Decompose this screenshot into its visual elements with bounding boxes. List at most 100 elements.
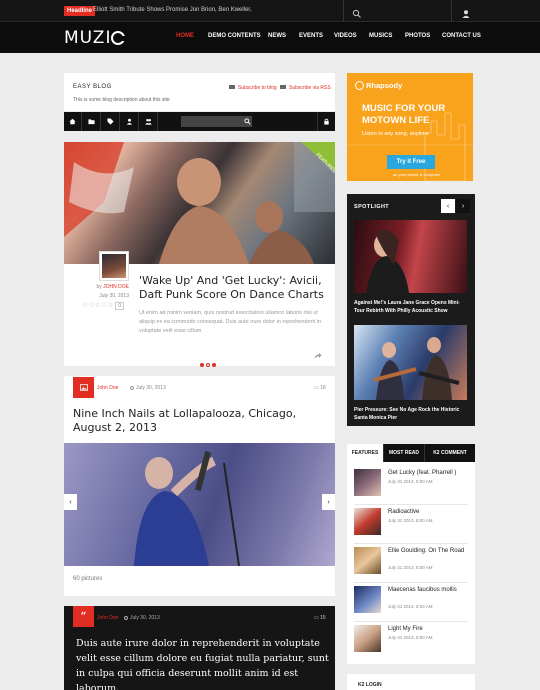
nav-news[interactable]: NEWS	[268, 33, 286, 39]
comment-icon: ▭	[314, 385, 319, 391]
tab-most-read[interactable]: MOST READ	[383, 444, 424, 462]
list-item-date: July 31 2013, 8:00 AM	[388, 479, 433, 484]
home-button[interactable]	[64, 112, 82, 131]
nav-videos[interactable]: VIDEOS	[334, 33, 357, 39]
slider-pagination	[200, 354, 218, 367]
list-item-title[interactable]: Get Lucky (feat. Pharrell )	[388, 469, 466, 477]
quote-comments[interactable]: ▭ 15	[314, 615, 326, 621]
spotlight-widget: SPOTLIGHT ‹ › Against Me!'s Laura Jane G…	[347, 194, 475, 426]
gallery-date: July 30, 2013	[130, 385, 166, 391]
slide-dot[interactable]	[200, 363, 204, 367]
rating-stars[interactable]: ☆☆☆☆☆ 0	[82, 301, 125, 310]
ad-subtext: Listen to any song, anytime	[362, 131, 429, 137]
lock-icon	[324, 118, 329, 125]
site-logo[interactable]: MUZI	[64, 28, 127, 48]
nav-home[interactable]: HOME	[176, 33, 194, 39]
main-nav: MUZI HOME DEMO CONTENTS NEWS EVENTS VIDE…	[0, 22, 540, 53]
share-icon[interactable]	[314, 352, 322, 359]
divider	[343, 0, 344, 22]
logo-mark-icon	[111, 31, 127, 45]
list-item-date: July 31 2013, 8:00 AM	[388, 518, 433, 523]
rhapsody-ad[interactable]: Rhapsody MUSIC FOR YOUR MOTOWN LIFE Liste…	[347, 73, 473, 181]
login-widget: K2 LOGIN	[347, 674, 475, 690]
blog-description: This is some blog description about this…	[73, 97, 170, 103]
list-item[interactable]: Maecenas faucibus mollis July 31 2013, 8…	[354, 584, 468, 622]
gallery-photo[interactable]	[64, 443, 335, 566]
list-item-title[interactable]: Ellie Goulding: On The Road	[388, 547, 466, 555]
home-icon	[69, 118, 76, 125]
gallery-title[interactable]: Nine Inch Nails at Lollapalooza, Chicago…	[73, 407, 328, 435]
headline-badge: Headline	[64, 6, 96, 16]
list-item-title[interactable]: Radioactive	[388, 508, 466, 516]
bloggers-button[interactable]	[140, 112, 158, 131]
list-item[interactable]: Light My Fire July 31 2013, 8:00 AM	[354, 623, 468, 661]
chevron-left-icon: ‹	[446, 202, 450, 210]
post-title[interactable]: 'Wake Up' And 'Get Lucky': Avicii, Daft …	[139, 274, 329, 302]
picture-count: 60 pictures	[73, 576, 103, 582]
list-item-date: July 31 2013, 8:03 AM	[388, 604, 433, 609]
list-thumb	[354, 469, 381, 496]
blog-title: EASY BLOG	[73, 84, 112, 90]
rating-count: 0	[115, 302, 125, 310]
gallery-prev-button[interactable]: ‹	[64, 494, 77, 510]
author-button[interactable]	[121, 112, 139, 131]
try-free-button[interactable]: Try it Free	[387, 155, 435, 169]
list-item[interactable]: Radioactive July 31 2013, 8:00 AM	[354, 506, 468, 544]
categories-button[interactable]	[83, 112, 101, 131]
subscribe-blog-link[interactable]: Subscribe to blog	[229, 85, 277, 91]
spotlight-prev-button[interactable]: ‹	[441, 199, 455, 213]
list-item[interactable]: Get Lucky (feat. Pharrell ) July 31 2013…	[354, 467, 468, 505]
login-title: K2 LOGIN	[358, 682, 382, 688]
slide-dot[interactable]	[212, 363, 216, 367]
nav-demo-contents[interactable]: DEMO CONTENTS	[208, 33, 261, 39]
gallery-comments[interactable]: ▭ 18	[314, 385, 326, 391]
gallery-comment-count: 18	[320, 385, 326, 391]
quote-author-meta: John Doe	[97, 615, 118, 621]
nav-events[interactable]: EVENTS	[299, 33, 323, 39]
rss-icon	[280, 85, 286, 89]
archive-button[interactable]	[317, 112, 335, 131]
gallery-author-meta: John Doe	[97, 385, 118, 391]
list-item-date: July 31 2013, 8:00 AM	[388, 565, 433, 570]
featured-photo[interactable]: FEATURED	[64, 142, 335, 264]
list-thumb	[354, 586, 381, 613]
search-button[interactable]	[242, 116, 252, 127]
search-icon[interactable]	[352, 6, 362, 18]
concert-crowd-image: FEATURED	[64, 142, 335, 264]
list-item-date: July 31 2013, 8:00 AM	[388, 635, 433, 640]
user-icon[interactable]	[461, 6, 471, 18]
spotlight-caption-2[interactable]: Pier Pressure: See No Age Rock the Histo…	[354, 406, 469, 422]
gallery-type-badge	[73, 377, 94, 398]
author-avatar[interactable]	[100, 252, 128, 280]
chevron-left-icon: ‹	[69, 498, 72, 506]
search-icon	[243, 118, 251, 125]
singer-image	[134, 450, 240, 566]
spotlight-photo-1[interactable]	[354, 220, 467, 293]
clock-icon	[130, 386, 134, 390]
author-link[interactable]: JOHN DOE	[103, 284, 129, 290]
quote-comment-count: 15	[320, 615, 326, 621]
list-item-title[interactable]: Maecenas faucibus mollis	[388, 586, 466, 594]
spotlight-caption-1[interactable]: Against Me!'s Laura Jane Grace Opens Min…	[354, 299, 469, 315]
ad-headline: MUSIC FOR YOUR MOTOWN LIFE	[362, 103, 445, 127]
nav-musics[interactable]: MUSICS	[369, 33, 392, 39]
divider	[451, 0, 452, 22]
nav-photos[interactable]: PHOTOS	[405, 33, 430, 39]
list-thumb	[354, 508, 381, 535]
gallery-next-button[interactable]: ›	[322, 494, 335, 510]
headline-ticker[interactable]: Elliott Smith Tribute Shows Promise Jon …	[93, 6, 252, 15]
slide-dot-active[interactable]	[206, 363, 210, 367]
spotlight-photo-2[interactable]	[354, 325, 467, 400]
chevron-right-icon: ›	[461, 202, 465, 210]
list-item-title[interactable]: Light My Fire	[388, 625, 466, 633]
tab-k2-comment[interactable]: K2 COMMENT	[424, 444, 475, 462]
list-item[interactable]: Ellie Goulding: On The Road July 31 2013…	[354, 545, 468, 583]
tags-button[interactable]	[102, 112, 120, 131]
subscribe-rss-link[interactable]: Subscribe via RSS	[280, 85, 331, 91]
tab-features[interactable]: FEATURES	[347, 444, 383, 462]
quote-author-link[interactable]: John Doe	[97, 615, 118, 621]
nav-contact-us[interactable]: CONTACT US	[442, 33, 481, 39]
gallery-author-link[interactable]: John Doe	[97, 385, 118, 391]
spotlight-next-button[interactable]: ›	[456, 199, 470, 213]
subscribe-blog-label: Subscribe to blog	[238, 85, 277, 91]
